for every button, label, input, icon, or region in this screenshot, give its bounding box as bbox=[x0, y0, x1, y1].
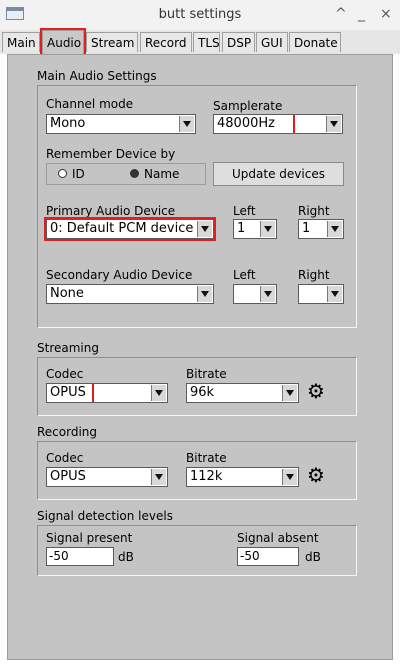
chevron-down-icon bbox=[260, 221, 275, 237]
close-button[interactable]: × bbox=[380, 6, 392, 22]
radio-dot-selected-icon bbox=[130, 169, 139, 178]
signal-absent-input[interactable]: -50 bbox=[237, 547, 299, 566]
chevron-down-icon bbox=[326, 116, 341, 132]
stream-codec-select[interactable]: OPUS bbox=[46, 383, 168, 403]
stream-bitrate-value: 96k bbox=[190, 385, 215, 400]
tab-audio[interactable]: Audio bbox=[40, 28, 86, 56]
secondary-device-label: Secondary Audio Device bbox=[46, 268, 193, 282]
secondary-device-value: None bbox=[50, 286, 84, 301]
signal-absent-label: Signal absent bbox=[237, 531, 319, 545]
chevron-down-icon bbox=[282, 385, 297, 401]
record-bitrate-value: 112k bbox=[190, 469, 223, 484]
secondary-right-label: Right bbox=[298, 268, 330, 282]
record-bitrate-select[interactable]: 112k bbox=[186, 467, 299, 487]
samplerate-value: 48000Hz bbox=[214, 115, 295, 133]
radio-name[interactable]: Name bbox=[130, 167, 179, 181]
streaming-title: Streaming bbox=[37, 341, 99, 355]
chevron-down-icon bbox=[327, 286, 342, 302]
channel-mode-select[interactable]: Mono bbox=[46, 114, 196, 134]
maximize-button[interactable]: ^ bbox=[335, 6, 347, 22]
channel-mode-value: Mono bbox=[50, 116, 86, 131]
minimize-button[interactable]: _ bbox=[358, 6, 365, 22]
secondary-left-label: Left bbox=[233, 268, 256, 282]
signal-present-unit: dB bbox=[118, 550, 134, 564]
samplerate-label: Samplerate bbox=[213, 99, 283, 113]
record-bitrate-label: Bitrate bbox=[186, 451, 227, 465]
radio-dot-icon bbox=[58, 169, 67, 178]
stream-codec-settings-gear-icon[interactable]: ⚙ bbox=[307, 381, 325, 401]
signal-present-label: Signal present bbox=[46, 531, 133, 545]
stream-codec-value: OPUS bbox=[47, 384, 94, 402]
record-codec-select[interactable]: OPUS bbox=[46, 467, 168, 487]
primary-left-value: 1 bbox=[237, 221, 246, 236]
tab-dsp[interactable]: DSP bbox=[222, 32, 255, 52]
secondary-device-select[interactable]: None bbox=[46, 284, 214, 304]
primary-device-label: Primary Audio Device bbox=[46, 204, 176, 218]
primary-right-value: 1 bbox=[302, 221, 311, 236]
channel-mode-label: Channel mode bbox=[46, 97, 134, 111]
primary-right-select[interactable]: 1 bbox=[298, 219, 344, 239]
tab-record[interactable]: Record bbox=[140, 32, 192, 52]
tab-donate[interactable]: Donate bbox=[289, 32, 341, 52]
update-devices-button[interactable]: Update devices bbox=[213, 162, 344, 186]
chevron-down-icon bbox=[197, 286, 212, 302]
signal-detection-title: Signal detection levels bbox=[37, 509, 173, 523]
recording-title: Recording bbox=[37, 425, 98, 439]
record-codec-label: Codec bbox=[46, 451, 84, 465]
primary-left-label: Left bbox=[233, 204, 256, 218]
record-codec-settings-gear-icon[interactable]: ⚙ bbox=[307, 465, 325, 485]
stream-bitrate-select[interactable]: 96k bbox=[186, 383, 299, 403]
secondary-right-select[interactable] bbox=[298, 284, 344, 304]
radio-id[interactable]: ID bbox=[58, 167, 85, 181]
chevron-down-icon bbox=[260, 286, 275, 302]
secondary-left-select[interactable] bbox=[233, 284, 277, 304]
record-codec-value: OPUS bbox=[50, 469, 86, 484]
tab-main[interactable]: Main bbox=[2, 32, 40, 52]
samplerate-select[interactable]: 48000Hz bbox=[213, 114, 343, 134]
chevron-down-icon bbox=[151, 385, 166, 401]
chevron-down-icon bbox=[179, 116, 194, 132]
stream-bitrate-label: Bitrate bbox=[186, 367, 227, 381]
remember-device-label: Remember Device by bbox=[46, 147, 176, 161]
signal-present-input[interactable]: -50 bbox=[46, 547, 114, 566]
signal-absent-unit: dB bbox=[305, 550, 321, 564]
main-audio-title: Main Audio Settings bbox=[37, 69, 157, 83]
primary-device-value: 0: Default PCM device bbox=[50, 221, 194, 236]
tab-stream[interactable]: Stream bbox=[86, 32, 138, 52]
stream-codec-label: Codec bbox=[46, 367, 84, 381]
primary-left-select[interactable]: 1 bbox=[233, 219, 277, 239]
tab-gui[interactable]: GUI bbox=[256, 32, 288, 52]
chevron-down-icon bbox=[327, 221, 342, 237]
tab-tls[interactable]: TLS bbox=[193, 32, 220, 52]
chevron-down-icon bbox=[282, 469, 297, 485]
primary-right-label: Right bbox=[298, 204, 330, 218]
chevron-down-icon bbox=[197, 221, 212, 237]
chevron-down-icon bbox=[151, 469, 166, 485]
primary-device-select[interactable]: 0: Default PCM device bbox=[44, 217, 216, 241]
